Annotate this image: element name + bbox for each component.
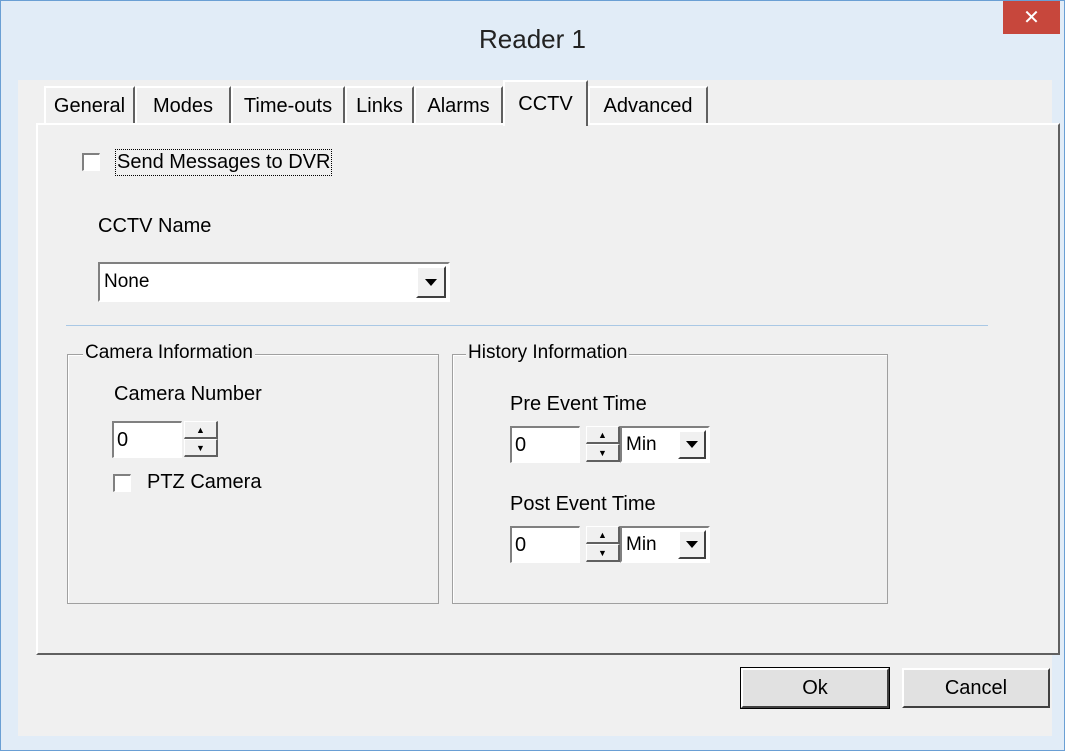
tab-modes[interactable]: Modes — [135, 86, 231, 124]
tab-cctv-label: CCTV — [518, 92, 573, 115]
arrow-down-icon: ▼ — [598, 547, 607, 558]
post-event-time-label: Post Event Time — [510, 493, 656, 515]
tab-cctv[interactable]: CCTV — [503, 80, 588, 126]
pre-event-unit-select[interactable]: Min — [620, 426, 710, 463]
post-event-down-button[interactable]: ▼ — [586, 544, 620, 562]
close-icon: ✕ — [1023, 6, 1040, 29]
tab-advanced-label: Advanced — [603, 94, 693, 117]
post-event-up-button[interactable]: ▲ — [586, 526, 620, 544]
post-event-unit-dropdown-button[interactable] — [678, 530, 706, 559]
close-button[interactable]: ✕ — [1003, 0, 1060, 34]
camera-number-value: 0 — [117, 429, 129, 451]
chevron-down-icon — [686, 441, 698, 448]
arrow-down-icon: ▼ — [598, 447, 607, 458]
history-information-title: History Information — [466, 342, 630, 364]
send-messages-label[interactable]: Send Messages to DVR — [114, 149, 333, 176]
chevron-down-icon — [686, 541, 698, 548]
camera-number-input[interactable]: 0 — [112, 421, 182, 458]
ptz-camera-label[interactable]: PTZ Camera — [147, 471, 261, 494]
dialog-window: Reader 1 ✕ General Modes Time-outs Links… — [0, 0, 1065, 751]
arrow-up-icon: ▲ — [598, 529, 607, 540]
post-event-time-value: 0 — [515, 534, 527, 556]
arrow-up-icon: ▲ — [598, 429, 607, 440]
camera-number-up-button[interactable]: ▲ — [184, 421, 218, 439]
tab-general-label: General — [53, 94, 126, 117]
post-event-unit-select[interactable]: Min — [620, 526, 710, 563]
cancel-button[interactable]: Cancel — [902, 668, 1050, 708]
cctv-name-value: None — [104, 271, 150, 292]
chevron-down-icon — [425, 278, 437, 286]
tab-links[interactable]: Links — [345, 86, 414, 124]
pre-event-down-button[interactable]: ▼ — [586, 444, 620, 462]
tab-alarms[interactable]: Alarms — [414, 86, 503, 124]
tab-time-outs[interactable]: Time-outs — [231, 86, 345, 124]
tab-advanced[interactable]: Advanced — [588, 86, 708, 124]
history-information-group: History Information — [452, 342, 888, 604]
separator-line — [66, 325, 988, 326]
tab-time-outs-label: Time-outs — [243, 94, 333, 117]
ok-button[interactable]: Ok — [740, 667, 890, 709]
cctv-name-label: CCTV Name — [98, 215, 212, 237]
window-title: Reader 1 — [479, 24, 586, 54]
title-bar[interactable]: Reader 1 ✕ — [0, 0, 1065, 80]
ptz-camera-checkbox[interactable] — [113, 474, 131, 492]
cctv-name-select[interactable]: None — [98, 262, 450, 302]
camera-number-label: Camera Number — [114, 383, 262, 405]
cctv-name-dropdown-button[interactable] — [416, 266, 446, 298]
arrow-down-icon: ▼ — [196, 442, 205, 453]
camera-information-title: Camera Information — [83, 342, 255, 364]
pre-event-time-value: 0 — [515, 434, 527, 456]
send-messages-checkbox[interactable] — [82, 153, 100, 171]
post-event-unit-value: Min — [626, 534, 657, 555]
tab-general[interactable]: General — [44, 86, 135, 124]
pre-event-time-input[interactable]: 0 — [510, 426, 580, 463]
tab-modes-label: Modes — [152, 94, 214, 117]
pre-event-up-button[interactable]: ▲ — [586, 426, 620, 444]
pre-event-unit-dropdown-button[interactable] — [678, 430, 706, 459]
post-event-time-input[interactable]: 0 — [510, 526, 580, 563]
camera-number-down-button[interactable]: ▼ — [184, 439, 218, 457]
pre-event-unit-value: Min — [626, 434, 657, 455]
arrow-up-icon: ▲ — [196, 424, 205, 435]
tab-alarms-label: Alarms — [427, 94, 490, 117]
pre-event-time-label: Pre Event Time — [510, 393, 647, 415]
tab-links-label: Links — [356, 94, 403, 117]
